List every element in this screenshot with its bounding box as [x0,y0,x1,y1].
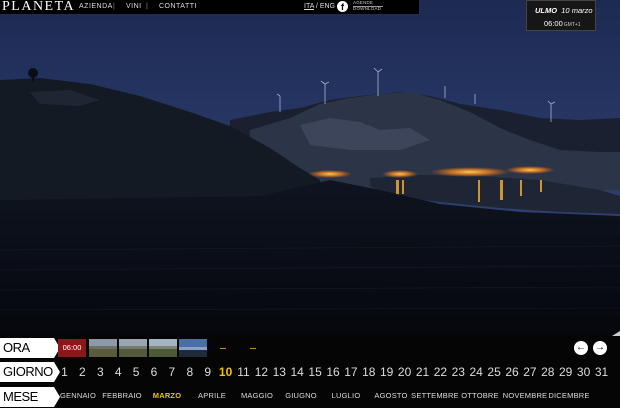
month-item[interactable]: GENNAIO [60,389,96,403]
month-item[interactable]: DICEMBRE [548,389,589,403]
corner-toggle-icon[interactable] [612,331,620,336]
webcam-location: ULMO 10 marzo [535,6,593,15]
day-item[interactable]: 28 [540,362,556,382]
hour-thumb[interactable] [89,339,117,357]
hour-thumb[interactable] [209,339,237,357]
day-item[interactable]: 25 [486,362,502,382]
day-item[interactable]: 5 [128,362,144,382]
language-switcher: ITA / ENG [304,3,335,10]
day-item[interactable]: 9 [200,362,216,382]
month-item[interactable]: AGOSTO [374,389,407,403]
day-item[interactable]: 4 [110,362,126,382]
webcam-time: 06:00GMT+1 [544,19,581,28]
day-item[interactable]: 19 [379,362,395,382]
day-item[interactable]: 8 [182,362,198,382]
lang-eng-link[interactable]: ENG [320,3,335,10]
nav-separator: | [146,3,148,10]
day-item[interactable]: 24 [468,362,484,382]
webcam-image [0,0,620,336]
planeta-logo[interactable]: PLANETA [2,0,75,15]
day-item[interactable]: 26 [504,362,520,382]
day-item[interactable]: 31 [594,362,610,382]
lang-ita-link[interactable]: ITA [304,3,314,10]
month-item[interactable]: GIUGNO [285,389,317,403]
day-item[interactable]: 29 [558,362,574,382]
hour-thumb[interactable] [149,339,177,357]
timezone: GMT+1 [563,22,581,28]
day-item[interactable]: 20 [397,362,413,382]
day-item[interactable]: 2 [74,362,90,382]
day-item[interactable]: 27 [522,362,538,382]
prev-hour-arrow-icon[interactable]: ← [574,341,588,355]
day-item[interactable]: 16 [325,362,341,382]
month-item[interactable]: APRILE [198,389,226,403]
hour-thumb-selected[interactable]: 06:00 [58,339,86,357]
month-item[interactable]: FEBBRAIO [102,389,142,403]
month-item[interactable]: MAGGIO [241,389,273,403]
time-value: 06:00 [544,19,563,28]
day-item[interactable]: 14 [289,362,305,382]
month-item[interactable]: SETTEMBRE [411,389,459,403]
webcam-date: 10 marzo [561,6,593,15]
nav-vini[interactable]: VINI [126,3,142,10]
date-time-selector: ORA 06:00 ← → GIORNO 1 2 3 4 5 6 7 8 9 10 11 12 13 14… [0,331,620,408]
day-item[interactable]: 12 [253,362,269,382]
day-item[interactable]: 11 [236,362,252,382]
day-item[interactable]: 6 [146,362,162,382]
top-nav-bar: PLANETA AZIENDA | VINI | CONTATTI ITA / … [0,0,419,14]
day-item[interactable]: 17 [343,362,359,382]
month-item-selected[interactable]: MARZO [153,389,182,403]
next-hour-arrow-icon[interactable]: → [593,341,607,355]
month-item[interactable]: NOVEMBRE [503,389,548,403]
hour-thumb[interactable] [179,339,207,357]
day-item[interactable]: 21 [415,362,431,382]
mese-label: MESE [0,387,60,407]
ora-label: ORA [0,338,60,358]
hour-thumb[interactable] [239,339,267,357]
location-name: ULMO [535,6,558,15]
day-item[interactable]: 18 [361,362,377,382]
day-item[interactable]: 30 [576,362,592,382]
divider [353,6,383,7]
nav-separator: | [113,3,115,10]
hour-thumb[interactable] [119,339,147,357]
day-item[interactable]: 23 [450,362,466,382]
nav-contatti[interactable]: CONTATTI [159,3,197,10]
day-item[interactable]: 13 [271,362,287,382]
giorno-label: GIORNO [0,362,60,382]
nav-azienda[interactable]: AZIENDA [79,3,113,10]
day-item[interactable]: 22 [432,362,448,382]
day-item[interactable]: 15 [307,362,323,382]
day-item[interactable]: 3 [92,362,108,382]
day-item[interactable]: 1 [57,362,73,382]
webcam-info-box: ULMO 10 marzo 06:00GMT+1 [526,0,596,31]
day-item-selected[interactable]: 10 [218,362,234,382]
facebook-icon[interactable]: f [337,1,348,12]
month-item[interactable]: OTTOBRE [461,389,499,403]
day-item[interactable]: 7 [164,362,180,382]
month-item[interactable]: LUGLIO [332,389,361,403]
